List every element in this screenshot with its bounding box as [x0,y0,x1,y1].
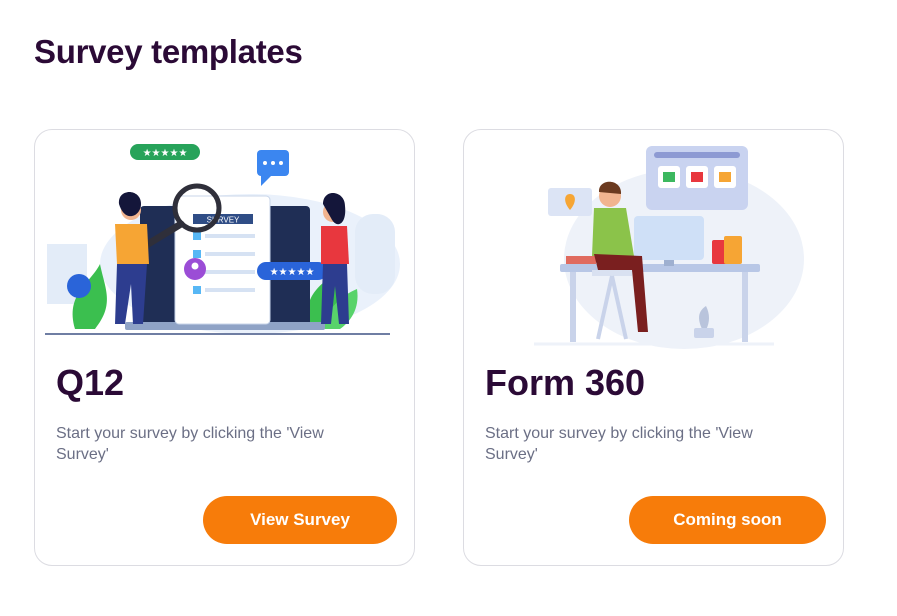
card-title: Q12 [56,362,125,403]
coming-soon-button[interactable]: Coming soon [629,496,826,544]
survey-card-q12: SURVEY ★★★★★ ★★★★★ Q12 Start your survey… [34,129,415,566]
survey-illustration: SURVEY ★★★★★ ★★★★★ [45,144,400,335]
survey-card-form-360: Form 360 Start your survey by clicking t… [463,129,844,566]
card-description: Start your survey by clicking the 'View … [56,425,324,463]
online-shopping-illustration [534,146,804,349]
view-survey-button[interactable]: View Survey [203,496,397,544]
svg-text:★★★★★: ★★★★★ [143,148,188,159]
card-title: Form 360 [485,362,646,403]
card-description: Start your survey by clicking the 'View … [485,425,753,463]
page-title: Survey templates [34,33,303,70]
svg-text:★★★★★: ★★★★★ [270,267,315,278]
